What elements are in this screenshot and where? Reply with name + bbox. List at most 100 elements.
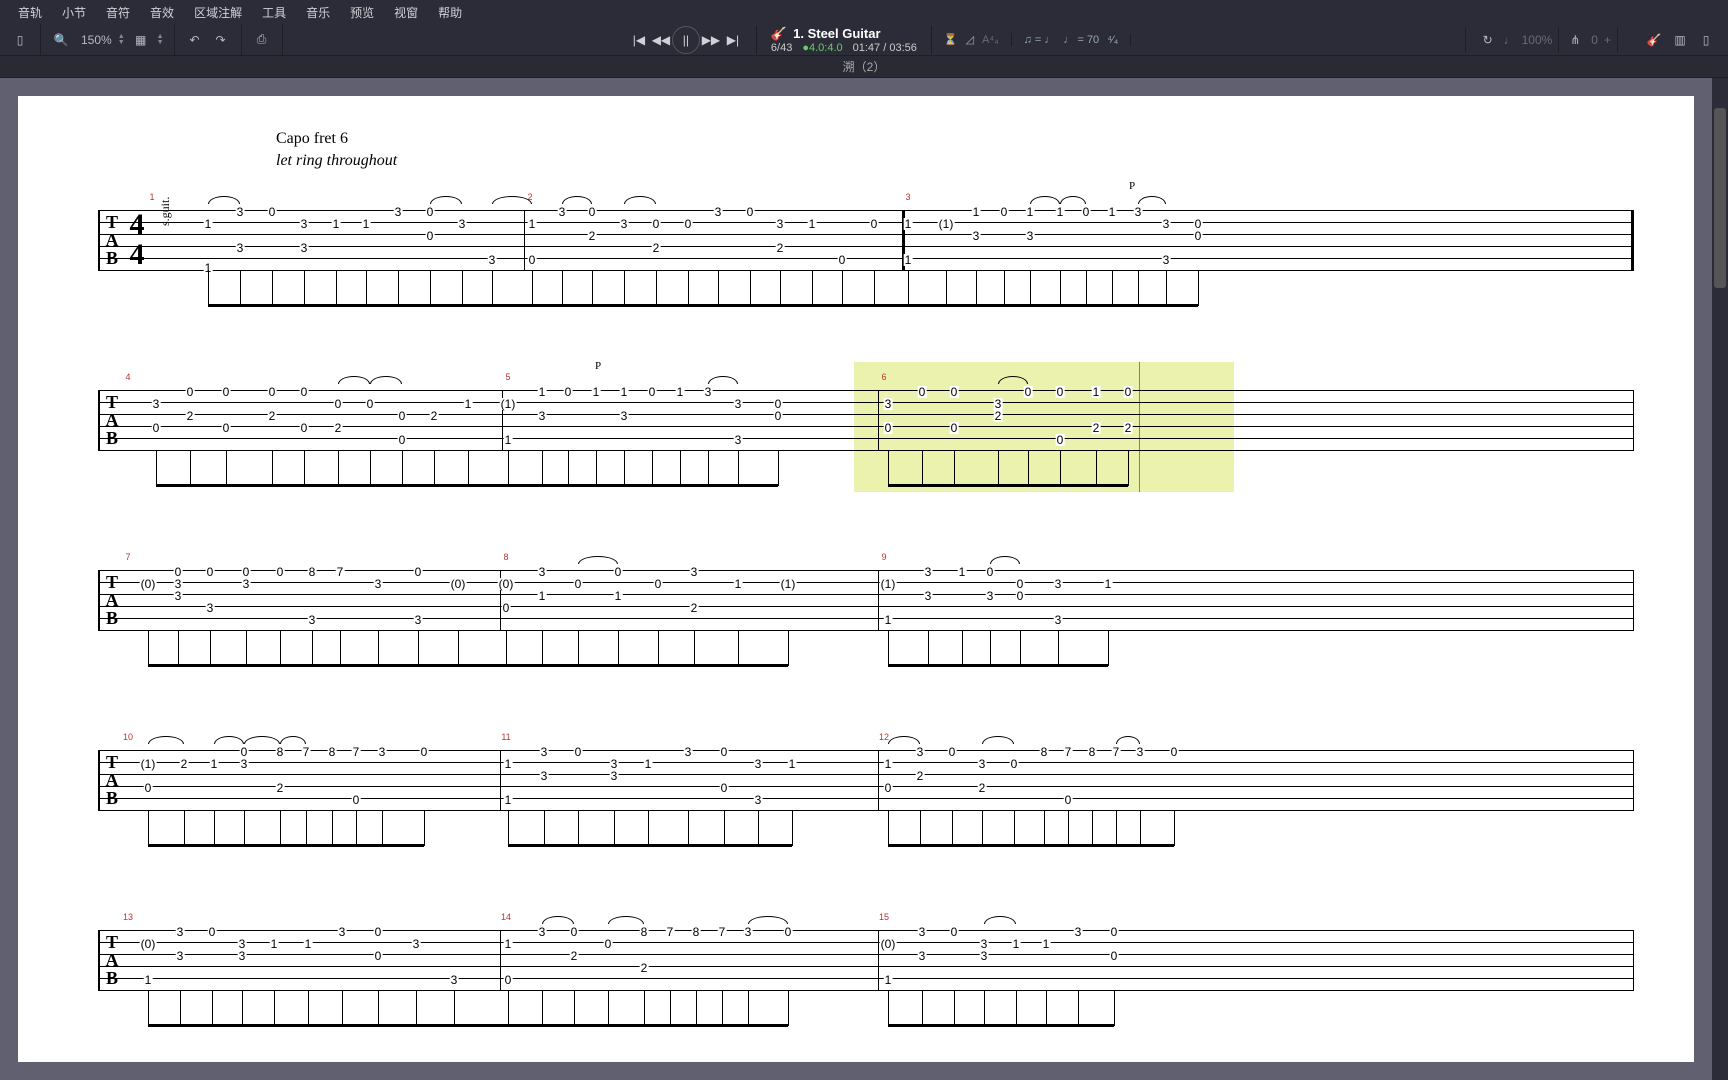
forward-button[interactable]: ▶▶ — [700, 29, 722, 51]
tab-note[interactable]: 0 — [222, 422, 231, 434]
go-start-button[interactable]: |◀ — [628, 29, 650, 51]
tab-note[interactable]: 7 — [666, 926, 675, 938]
tab-note[interactable]: 0 — [652, 218, 661, 230]
tab-note[interactable]: 0 — [1024, 386, 1033, 398]
tab-note[interactable]: 1 — [144, 974, 153, 986]
tab-note[interactable]: 0 — [426, 206, 435, 218]
tab-note[interactable]: 1 — [958, 566, 967, 578]
tab-note[interactable]: 3 — [236, 206, 245, 218]
tab-note[interactable]: 1 — [904, 254, 913, 266]
tab-note[interactable]: 3 — [704, 386, 713, 398]
menu-window[interactable]: 视窗 — [384, 4, 428, 21]
tab-note[interactable]: 3 — [986, 590, 995, 602]
tab-note[interactable]: 8 — [276, 746, 285, 758]
tab-note[interactable]: 0 — [300, 422, 309, 434]
tab-note[interactable]: 0 — [950, 926, 959, 938]
tab-note[interactable]: 0 — [1110, 926, 1119, 938]
tab-note[interactable]: 3 — [176, 926, 185, 938]
menu-effects[interactable]: 音效 — [140, 4, 184, 21]
layout-spinner[interactable]: ▲▼ — [157, 34, 164, 46]
tab-note[interactable]: 3 — [538, 926, 547, 938]
tab-note[interactable]: 0 — [186, 386, 195, 398]
tab-note[interactable]: 3 — [1134, 206, 1143, 218]
tab-note[interactable]: 3 — [338, 926, 347, 938]
tab-note[interactable]: 8 — [1040, 746, 1049, 758]
track-info[interactable]: 🎸 1. Steel Guitar 6/43 ●4.0:4.0 01:47 / … — [757, 26, 932, 54]
tab-note[interactable]: 0 — [720, 782, 729, 794]
tab-note[interactable]: 0 — [334, 398, 343, 410]
tab-note[interactable]: 0 — [1010, 758, 1019, 770]
search-icon[interactable]: 🔍 — [51, 30, 71, 50]
tab-note[interactable]: 3 — [734, 398, 743, 410]
tab-note[interactable]: 3 — [754, 758, 763, 770]
tab-note[interactable]: 0 — [206, 566, 215, 578]
tab-note[interactable]: 3 — [684, 746, 693, 758]
tab-note[interactable]: 0 — [1064, 794, 1073, 806]
tab-note[interactable]: 0 — [420, 746, 429, 758]
tab-note[interactable]: 1 — [808, 218, 817, 230]
menu-tools[interactable]: 工具 — [252, 4, 296, 21]
tab-note[interactable]: 1 — [884, 974, 893, 986]
tab-note[interactable]: 8 — [692, 926, 701, 938]
tab-note[interactable]: 0 — [1082, 206, 1091, 218]
vertical-scrollbar[interactable] — [1712, 78, 1728, 1080]
menu-help[interactable]: 帮助 — [428, 4, 472, 21]
tab-note[interactable]: 0 — [268, 206, 277, 218]
tab-note[interactable]: 1 — [620, 386, 629, 398]
tab-note[interactable]: 3 — [152, 398, 161, 410]
tab-note[interactable]: 1 — [788, 758, 797, 770]
tab-note[interactable]: 0 — [1056, 434, 1065, 446]
editor-viewport[interactable]: Capo fret 6 let ring throughout s.guit. … — [0, 78, 1712, 1080]
tab-note[interactable]: 1 — [884, 758, 893, 770]
tab-note[interactable]: 1 — [504, 434, 513, 446]
zoom-spinner[interactable]: ▲▼ — [118, 34, 125, 46]
tab-note[interactable]: 3 — [236, 242, 245, 254]
tab-note[interactable]: 0 — [502, 602, 511, 614]
tuner-plus[interactable]: + — [1604, 33, 1611, 47]
metronome-icon[interactable]: ◿ — [966, 33, 974, 46]
tab-note[interactable]: 2 — [916, 770, 925, 782]
tab-note[interactable]: 1 — [204, 218, 213, 230]
tab-note[interactable]: 3 — [1136, 746, 1145, 758]
fretboard-icon[interactable]: 🎸 — [1644, 30, 1664, 50]
tab-note[interactable]: 2 — [690, 602, 699, 614]
timesig-icon[interactable]: A⁴₄ — [982, 34, 999, 46]
tab-note[interactable]: 1 — [1092, 386, 1101, 398]
tab-note[interactable]: 1 — [304, 938, 313, 950]
panel-right-icon[interactable]: ▯ — [1696, 30, 1716, 50]
tab-note[interactable]: 1 — [1012, 938, 1021, 950]
tab-note[interactable]: 0 — [276, 566, 285, 578]
tab-note[interactable]: 3 — [884, 398, 893, 410]
tab-note[interactable]: 3 — [918, 926, 927, 938]
tab-note[interactable]: 0 — [398, 434, 407, 446]
scrollbar-thumb[interactable] — [1714, 108, 1726, 288]
tab-note[interactable]: 0 — [564, 386, 573, 398]
tab-note[interactable]: 1 — [504, 794, 513, 806]
tab-note[interactable]: 1 — [270, 938, 279, 950]
tab-note[interactable]: 0 — [426, 230, 435, 242]
tab-note[interactable]: 2 — [1092, 422, 1101, 434]
tab-note[interactable]: 0 — [918, 386, 927, 398]
staff-row[interactable]: TAB131415(0)13303311300331030208278730(0… — [98, 930, 1634, 990]
tab-note[interactable]: (0) — [498, 578, 515, 590]
tab-note[interactable]: 0 — [374, 926, 383, 938]
tab-note[interactable]: 0 — [838, 254, 847, 266]
tab-note[interactable]: 3 — [1054, 578, 1063, 590]
tab-note[interactable]: 2 — [186, 410, 195, 422]
tab-note[interactable]: 2 — [640, 962, 649, 974]
tab-note[interactable]: 0 — [884, 422, 893, 434]
tab-note[interactable]: 3 — [610, 770, 619, 782]
tab-note[interactable]: 3 — [206, 602, 215, 614]
tab-note[interactable]: (0) — [450, 578, 467, 590]
tab-note[interactable]: 7 — [1064, 746, 1073, 758]
tab-note[interactable]: 3 — [734, 434, 743, 446]
tab-note[interactable]: 7 — [1112, 746, 1121, 758]
tab-note[interactable]: 1 — [528, 218, 537, 230]
tab-note[interactable]: 1 — [734, 578, 743, 590]
tab-note[interactable]: 0 — [684, 218, 693, 230]
tab-note[interactable]: 8 — [640, 926, 649, 938]
tab-note[interactable]: 0 — [950, 422, 959, 434]
tab-note[interactable]: 3 — [450, 974, 459, 986]
tab-note[interactable]: 0 — [1016, 590, 1025, 602]
tab-note[interactable]: 0 — [950, 386, 959, 398]
